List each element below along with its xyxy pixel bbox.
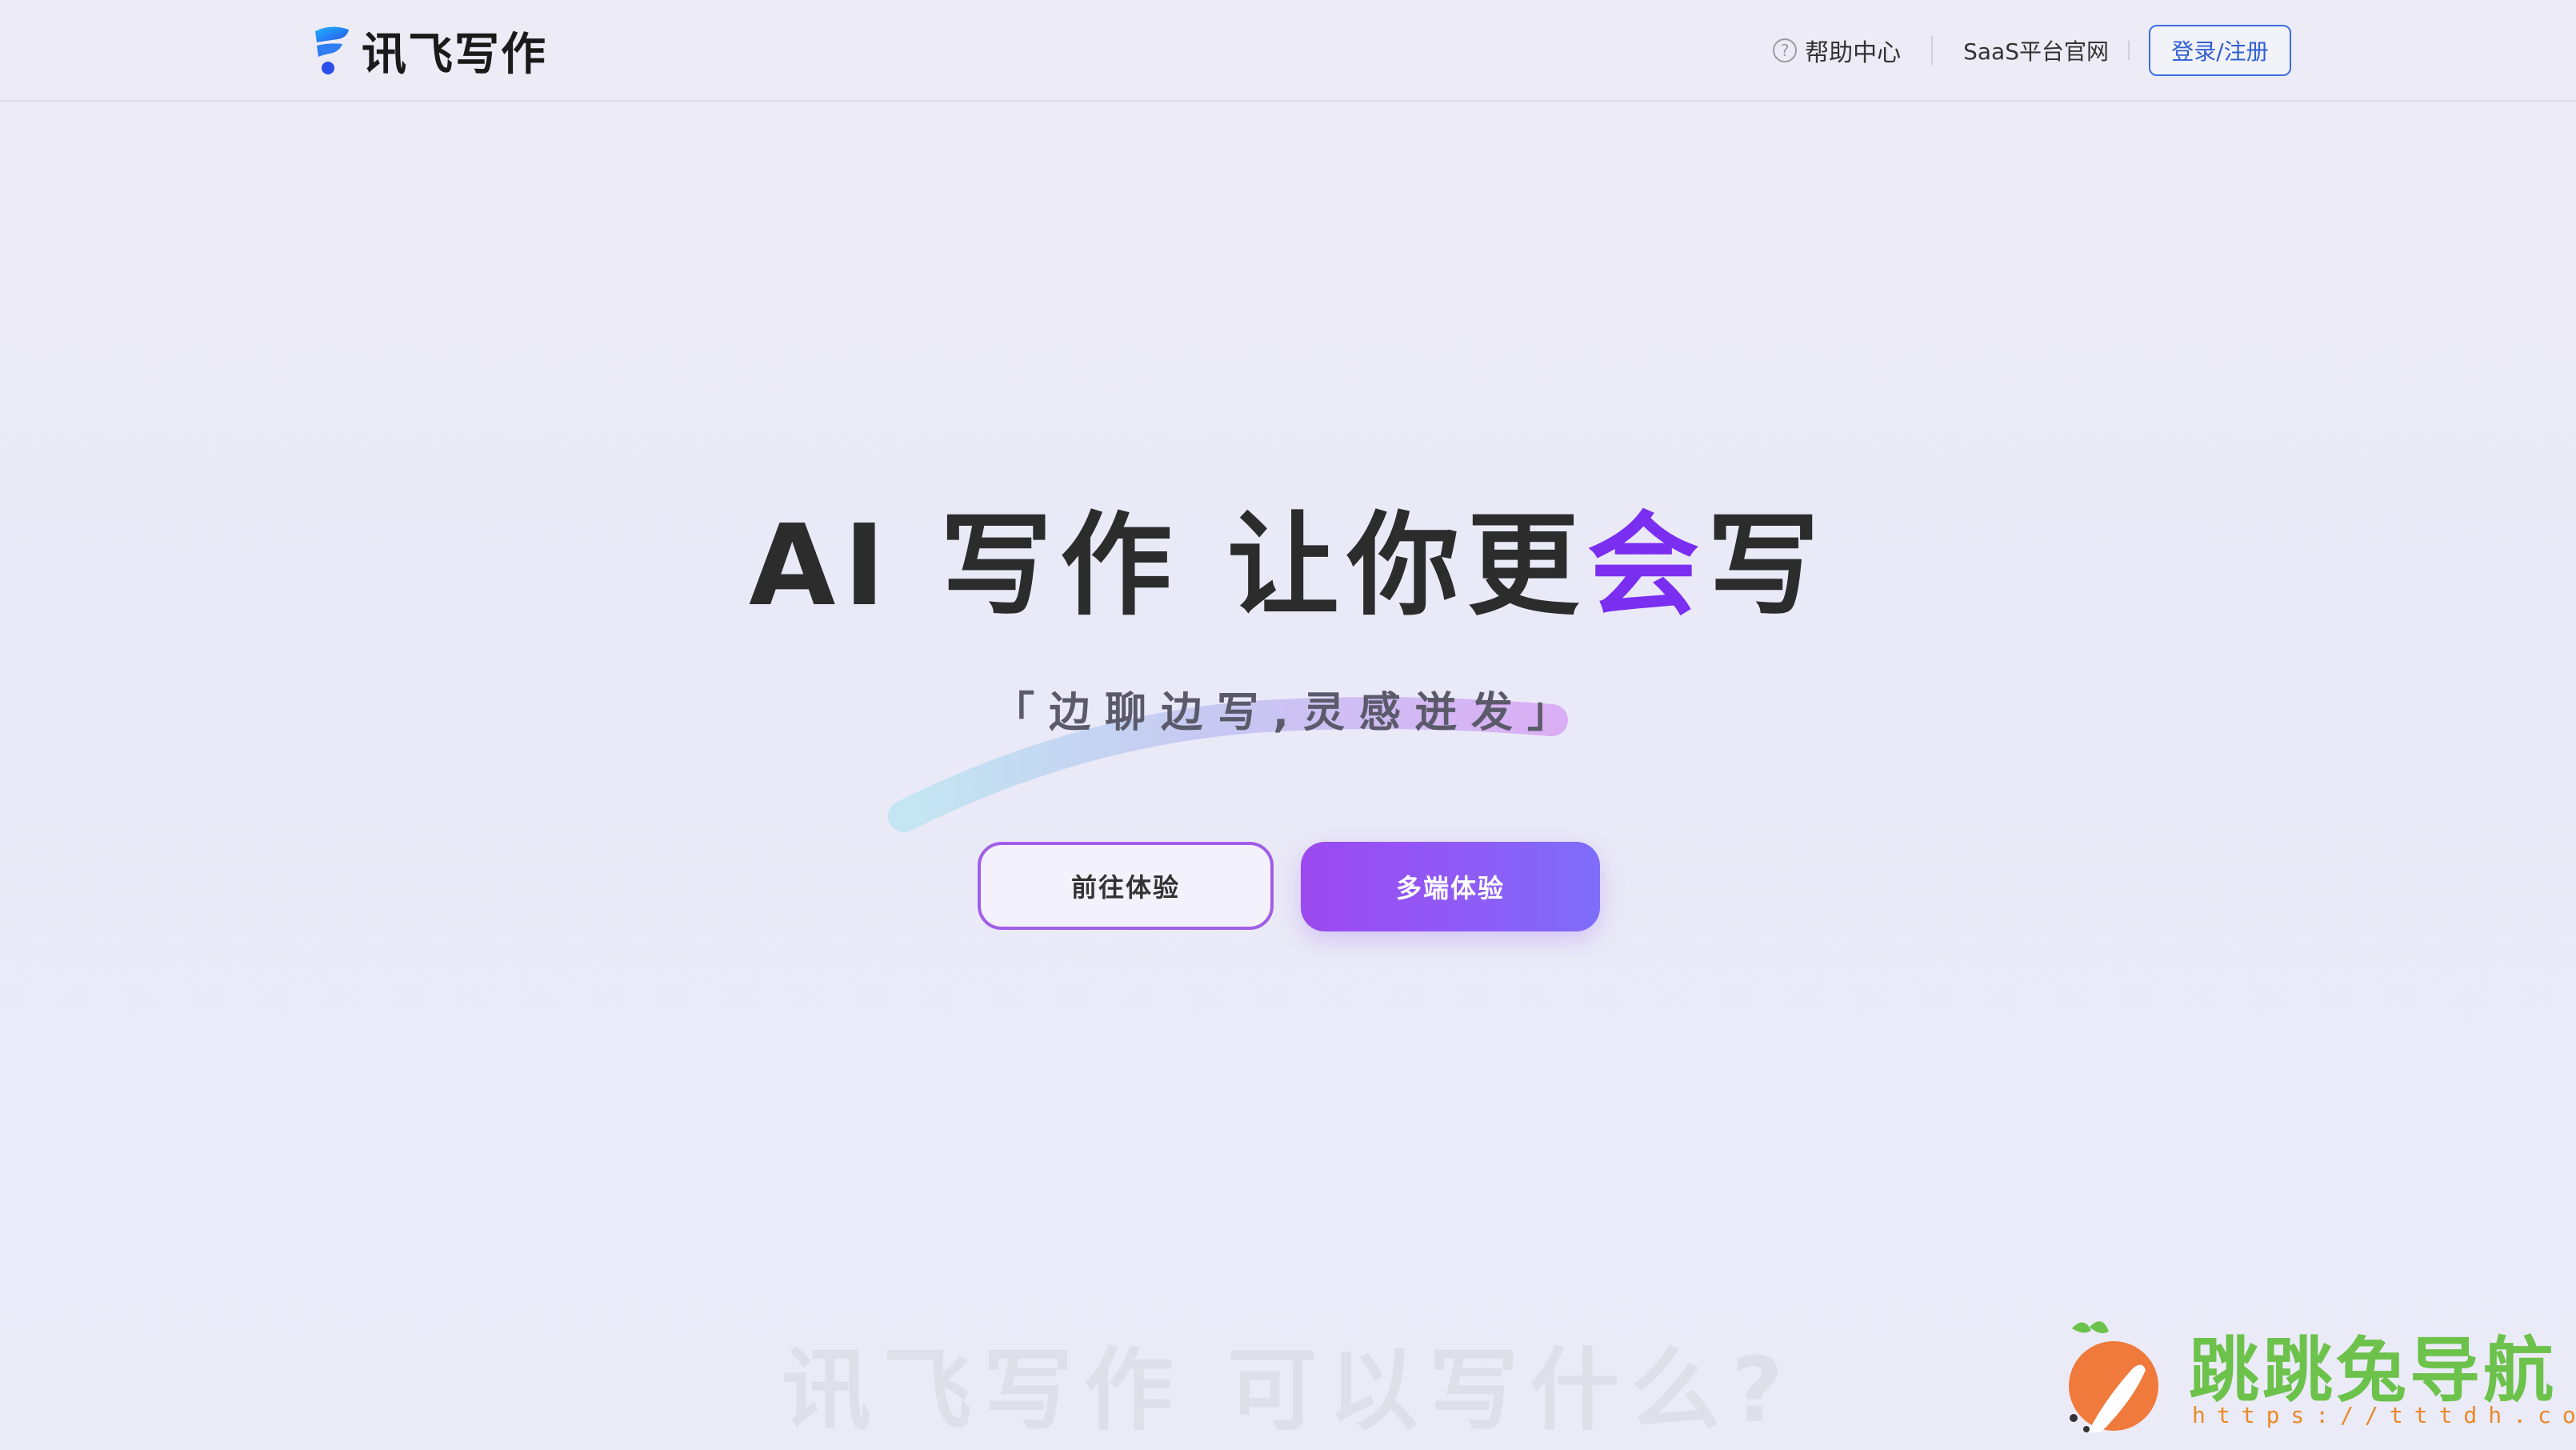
hero-title-part1: AI 写作 让你更 xyxy=(749,501,1587,631)
login-register-button[interactable]: 登录/注册 xyxy=(2149,25,2291,76)
help-center-link[interactable]: ? 帮助中心 xyxy=(1773,33,1901,68)
rabbit-logo-icon xyxy=(2069,1321,2158,1432)
watermark: 跳跳兔导航 https://tttdh.com xyxy=(2056,1312,2576,1440)
nav-divider xyxy=(2128,41,2130,60)
hero-tagline: 「边聊边写,灵感迸发」 xyxy=(993,689,1583,737)
hero-title: AI 写作 让你更会写 xyxy=(0,503,2576,631)
top-header: 讯飞写作 ? 帮助中心 SaaS平台官网 登录/注册 xyxy=(0,0,2576,102)
logo-text: 讯飞写作 xyxy=(362,28,547,81)
multi-platform-button[interactable]: 多端体验 xyxy=(1301,842,1600,931)
hero-title-part2: 写 xyxy=(1706,501,1827,631)
watermark-text: 跳跳兔导航 xyxy=(2189,1329,2558,1412)
nav-divider xyxy=(1931,36,1934,65)
watermark-url: https://tttdh.com xyxy=(2192,1402,2576,1428)
help-question-icon: ? xyxy=(1773,38,1798,62)
try-now-button[interactable]: 前往体验 xyxy=(978,842,1274,930)
saas-platform-link[interactable]: SaaS平台官网 xyxy=(1963,34,2109,66)
logo-feather-icon xyxy=(310,25,352,76)
top-nav: ? 帮助中心 SaaS平台官网 登录/注册 xyxy=(1773,24,2291,77)
logo[interactable]: 讯飞写作 xyxy=(310,24,547,81)
help-center-label: 帮助中心 xyxy=(1805,39,1902,67)
hero-title-accent: 会 xyxy=(1586,501,1707,631)
